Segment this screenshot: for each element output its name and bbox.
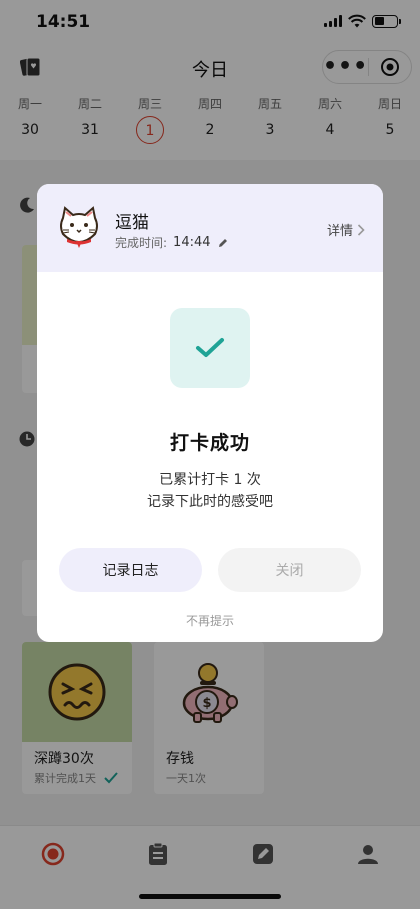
pencil-icon[interactable] [217,237,229,249]
success-title: 打卡成功 [169,432,250,454]
dialog-header: 逗猫 完成时间: 14:44 详情 [37,184,383,272]
checkin-count-text: 已累计打卡 1 次 [159,472,261,488]
detail-link[interactable]: 详情 [327,220,365,239]
completion-time-value: 14:44 [173,235,211,250]
dont-remind-link[interactable]: 不再提示 [37,612,383,629]
success-badge [170,308,250,388]
journal-prompt-text: 记录下此时的感受吧 [147,494,273,510]
record-journal-button[interactable]: 记录日志 [59,548,202,592]
detail-label: 详情 [326,224,353,239]
checkin-success-dialog: 逗猫 完成时间: 14:44 详情 打卡成功 已累计打卡 1 次 记录下此时的感… [37,184,383,642]
cat-avatar-icon [60,206,98,248]
close-button[interactable]: 关闭 [218,548,361,592]
checkmark-icon [196,338,224,357]
completion-time[interactable]: 完成时间: 14:44 [115,234,229,251]
completion-time-label: 完成时间: [115,236,168,250]
chevron-right-icon [357,223,365,236]
dialog-habit-name: 逗猫 [115,213,149,233]
